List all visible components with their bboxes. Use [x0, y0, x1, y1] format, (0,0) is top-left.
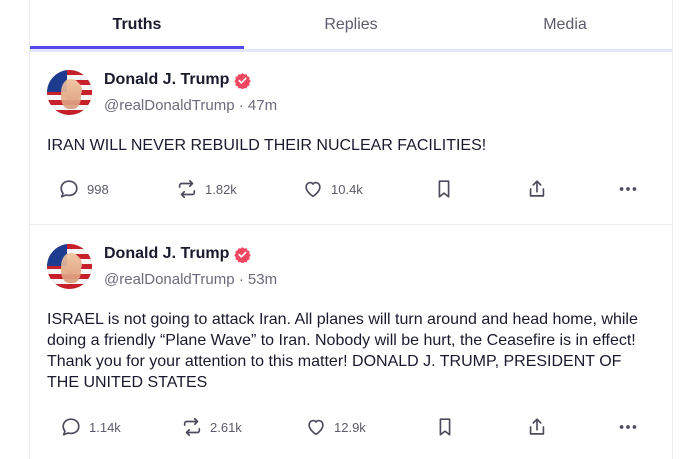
avatar[interactable] — [47, 244, 92, 289]
bookmark-button[interactable] — [433, 174, 462, 204]
avatar[interactable] — [47, 70, 92, 115]
reply-count: 1.14k — [89, 419, 121, 435]
more-dots-icon — [619, 425, 637, 429]
share-upload-icon — [529, 418, 545, 435]
more-dots-icon — [619, 187, 637, 191]
repost-arrows-icon — [183, 417, 201, 437]
heart-icon — [308, 419, 324, 436]
retruth-count: 1.82k — [205, 181, 237, 197]
tab-truths[interactable]: Truths — [30, 0, 244, 49]
author-handle-and-time[interactable]: @realDonaldTrump · 53m — [104, 271, 277, 288]
heart-icon — [305, 181, 321, 198]
author-name[interactable]: Donald J. Trump — [104, 245, 252, 263]
verified-badge-icon — [234, 246, 252, 263]
author-name[interactable]: Donald J. Trump — [104, 71, 252, 89]
tab-media[interactable]: Media — [458, 0, 672, 49]
post-text: ISRAEL is not going to attack Iran. All … — [47, 311, 638, 391]
author-name-text[interactable]: Donald J. Trump — [104, 71, 229, 89]
author-handle-and-time[interactable]: @realDonaldTrump · 47m — [104, 97, 277, 114]
verified-badge-icon — [234, 72, 252, 89]
author-name-text[interactable]: Donald J. Trump — [104, 245, 229, 263]
repost-arrows-icon — [178, 179, 196, 199]
avatar-face-graphic — [61, 79, 81, 109]
reply-count: 998 — [87, 181, 109, 197]
like-count: 10.4k — [331, 181, 363, 197]
retruth-button[interactable]: 1.82k — [176, 174, 237, 204]
retruth-count: 2.61k — [210, 419, 242, 435]
post-actions: 998 1.82k 10.4k — [30, 174, 672, 204]
feed-panel: Truths Replies Media Donald J. Trump @re… — [29, 0, 673, 459]
like-button[interactable]: 10.4k — [302, 174, 363, 204]
like-count: 12.9k — [334, 419, 366, 435]
reply-button[interactable]: 998 — [58, 174, 109, 204]
bookmark-icon — [438, 180, 450, 198]
more-options-button[interactable] — [617, 174, 646, 204]
reply-button[interactable]: 1.14k — [60, 412, 121, 442]
bookmark-icon — [439, 418, 451, 436]
profile-tabs: Truths Replies Media — [30, 0, 672, 52]
truth-post[interactable]: Donald J. Trump @realDonaldTrump · 53m I… — [30, 226, 672, 459]
tab-replies[interactable]: Replies — [244, 0, 458, 49]
avatar-face-graphic — [61, 253, 81, 283]
truth-post[interactable]: Donald J. Trump @realDonaldTrump · 47m I… — [30, 52, 672, 225]
retruth-button[interactable]: 2.61k — [181, 412, 242, 442]
bookmark-button[interactable] — [434, 412, 463, 442]
post-actions: 1.14k 2.61k 12.9k — [30, 412, 672, 442]
more-options-button[interactable] — [617, 412, 646, 442]
share-button[interactable] — [526, 174, 555, 204]
like-button[interactable]: 12.9k — [305, 412, 366, 442]
share-upload-icon — [529, 180, 545, 197]
post-text: IRAN WILL NEVER REBUILD THEIR NUCLEAR FA… — [47, 137, 487, 154]
speech-bubble-icon — [60, 180, 78, 198]
share-button[interactable] — [526, 412, 555, 442]
speech-bubble-icon — [62, 418, 80, 436]
active-tab-indicator — [30, 46, 244, 49]
